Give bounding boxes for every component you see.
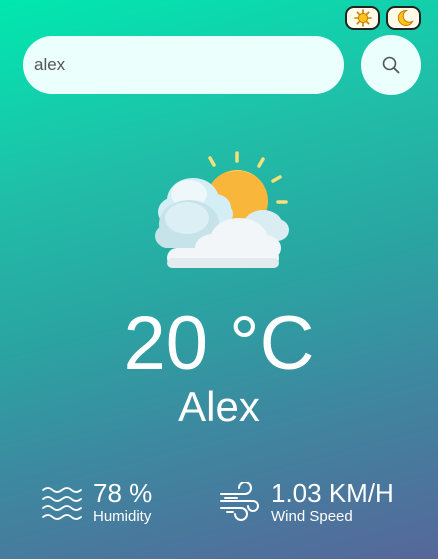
moon-icon — [397, 9, 414, 26]
search-button[interactable] — [361, 35, 421, 95]
weather-details: 78 % Humidity 1.03 KM/H Wind Speed — [0, 478, 438, 534]
city-search-input[interactable] — [23, 36, 344, 94]
temperature-readout: 20 °C — [123, 301, 315, 386]
wind-detail: 1.03 KM/H Wind Speed — [219, 478, 394, 526]
humidity-value: 78 % — [93, 478, 153, 508]
light-mode-button[interactable] — [345, 6, 380, 30]
humidity-detail: 78 % Humidity — [41, 478, 152, 526]
wind-speed-label: Wind Speed — [271, 508, 353, 525]
humidity-waves-icon — [42, 487, 82, 520]
search-bar — [23, 35, 421, 95]
wind-speed-value: 1.03 KM/H — [271, 478, 394, 508]
search-icon — [382, 56, 400, 74]
sun-icon — [353, 9, 372, 27]
humidity-label: Humidity — [93, 508, 152, 525]
dark-mode-button[interactable] — [386, 6, 421, 30]
wind-icon — [220, 482, 259, 521]
city-name: Alex — [178, 383, 260, 430]
theme-toggle — [345, 6, 421, 30]
partly-cloudy-icon — [155, 151, 289, 268]
